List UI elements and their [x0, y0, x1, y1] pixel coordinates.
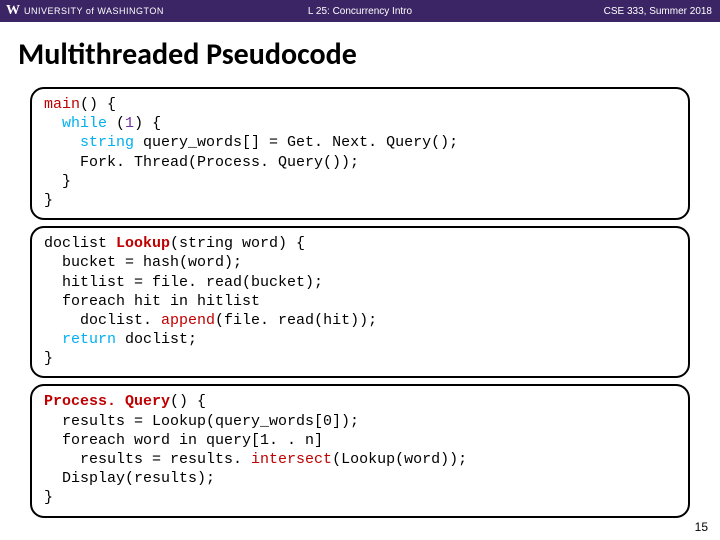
keyword-main: main: [44, 96, 80, 113]
keyword-process-query: Process. Query: [44, 393, 170, 410]
keyword-append: append: [161, 312, 215, 329]
lecture-title: L 25: Concurrency Intro: [308, 6, 412, 17]
page-number: 15: [695, 520, 708, 534]
code-block-process-query: Process. Query() { results = Lookup(quer…: [30, 384, 690, 517]
keyword-while: while: [62, 115, 107, 132]
code-block-main: main() { while (1) { string query_words[…: [30, 87, 690, 220]
university-name: UNIVERSITY of WASHINGTON: [24, 6, 164, 16]
literal-one: 1: [125, 115, 134, 132]
uw-w-icon: W: [6, 3, 20, 19]
keyword-string: string: [80, 134, 134, 151]
slide-header: W UNIVERSITY of WASHINGTON L 25: Concurr…: [0, 0, 720, 22]
code-block-lookup: doclist Lookup(string word) { bucket = h…: [30, 226, 690, 378]
keyword-intersect: intersect: [251, 451, 332, 468]
slide-title: Multithreaded Pseudocode: [0, 22, 720, 83]
keyword-lookup: Lookup: [116, 235, 170, 252]
header-logo: W UNIVERSITY of WASHINGTON: [0, 3, 164, 19]
course-term: CSE 333, Summer 2018: [604, 6, 712, 17]
keyword-return: return: [62, 331, 116, 348]
